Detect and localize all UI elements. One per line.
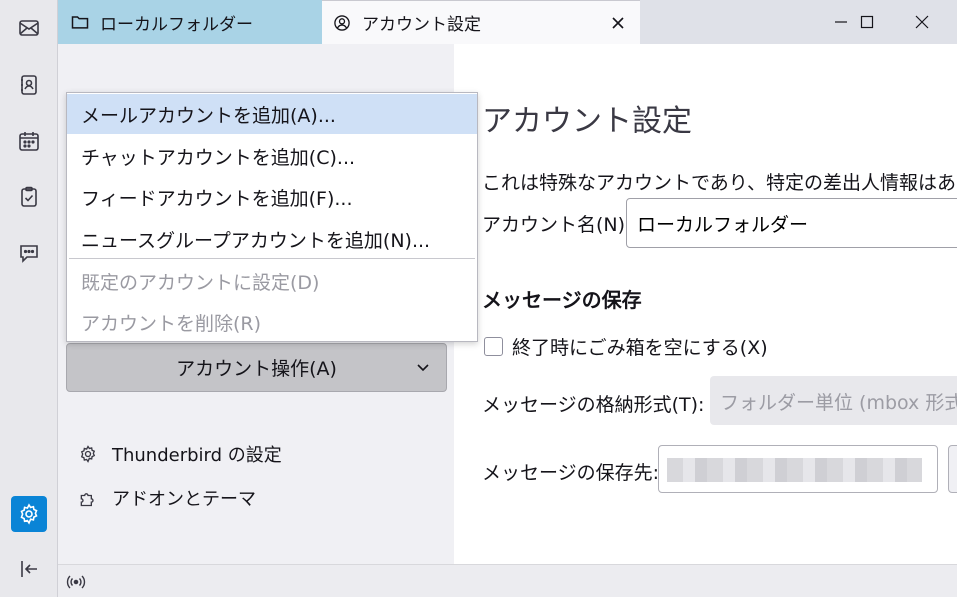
checkbox-box[interactable] — [484, 337, 503, 356]
addons-link-label: アドオンとテーマ — [112, 489, 256, 510]
mail-icon[interactable] — [11, 10, 47, 46]
menu-item-add-mail-account[interactable]: メールアカウントを追加(A)... — [67, 94, 477, 134]
tab-label: ローカルフォルダー — [100, 14, 253, 35]
chevron-down-icon — [417, 364, 429, 372]
close-icon[interactable] — [608, 13, 628, 33]
store-format-label: メッセージの格納形式(T): — [482, 394, 705, 416]
menu-separator — [69, 258, 475, 259]
folder-icon — [70, 11, 92, 33]
window-close-icon[interactable] — [899, 6, 945, 38]
settings-link-label: Thunderbird の設定 — [112, 445, 282, 466]
status-bar — [58, 564, 957, 597]
redacted-path — [667, 458, 922, 482]
account-actions-label: アカウント操作(A) — [176, 358, 337, 380]
menu-item-add-chat-account[interactable]: チャットアカウントを追加(C)... — [67, 136, 477, 176]
maximize-icon[interactable] — [844, 6, 890, 38]
thunderbird-settings-link[interactable]: Thunderbird の設定 — [78, 441, 282, 467]
gear-icon[interactable] — [11, 496, 47, 532]
page-title: アカウント設定 — [482, 104, 692, 139]
tab-label: アカウント設定 — [362, 15, 481, 35]
address-book-icon[interactable] — [11, 67, 47, 103]
account-name-label: アカウント名(N): — [482, 214, 632, 236]
puzzle-icon — [78, 487, 100, 509]
store-location-field[interactable] — [658, 445, 938, 493]
empty-trash-checkbox[interactable]: 終了時にごみ箱を空にする(X) — [484, 333, 768, 360]
browse-button[interactable] — [948, 445, 957, 493]
store-location-label: メッセージの保存先: — [482, 462, 660, 484]
account-actions-button[interactable]: アカウント操作(A) — [66, 343, 447, 392]
account-settings-icon — [332, 12, 354, 34]
chat-icon[interactable] — [11, 235, 47, 271]
store-format-select: フォルダー単位 (mbox 形式 — [710, 376, 957, 425]
spaces-toolbar — [0, 0, 58, 597]
tab-account-settings[interactable]: アカウント設定 — [322, 0, 640, 44]
account-name-field[interactable] — [626, 198, 957, 248]
menu-item-add-newsgroup-account[interactable]: ニュースグループアカウントを追加(N)... — [67, 219, 477, 259]
gear-icon — [78, 443, 100, 465]
collapse-icon[interactable] — [11, 551, 47, 587]
menu-item-set-default: 既定のアカウントに設定(D) — [81, 271, 320, 294]
empty-trash-label: 終了時にごみ箱を空にする(X) — [512, 337, 768, 359]
account-actions-menu: メールアカウントを追加(A)... チャットアカウントを追加(C)... フィー… — [66, 92, 478, 342]
storage-heading: メッセージの保存 — [482, 288, 642, 312]
addons-themes-link[interactable]: アドオンとテーマ — [78, 485, 256, 511]
online-status-icon[interactable] — [66, 573, 86, 591]
tab-bar: ローカルフォルダー アカウント設定 — [58, 0, 957, 44]
account-description: これは特殊なアカウントであり、特定の差出人情報はあ — [482, 172, 957, 194]
menu-item-add-feed-account[interactable]: フィードアカウントを追加(F)... — [67, 177, 477, 217]
calendar-icon[interactable] — [11, 123, 47, 159]
account-settings-pane: アカウント設定 これは特殊なアカウントであり、特定の差出人情報はあ アカウント名… — [454, 44, 957, 564]
menu-item-remove-account: アカウントを削除(R) — [81, 312, 262, 335]
tab-local-folders[interactable]: ローカルフォルダー — [58, 0, 322, 44]
tasks-icon[interactable] — [11, 179, 47, 215]
